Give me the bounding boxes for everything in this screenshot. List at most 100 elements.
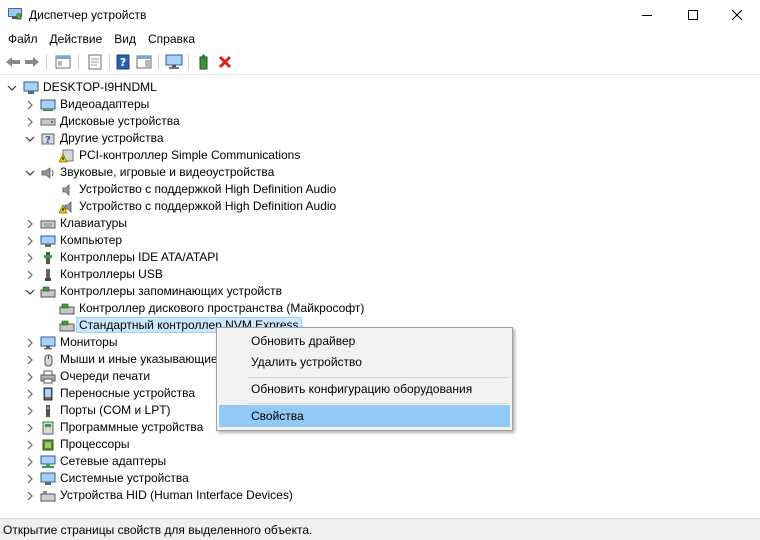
ctx-separator: [247, 403, 509, 404]
chevron-down-icon[interactable]: [25, 134, 35, 144]
storage-controller-icon: [59, 319, 75, 333]
menu-bar: Файл Действие Вид Справка: [0, 29, 760, 49]
tree-item[interactable]: Контроллеры запоминающих устройств: [0, 283, 720, 300]
tree-item[interactable]: Сетевые адаптеры: [0, 453, 720, 470]
tree-item-label: Очереди печати: [60, 369, 151, 383]
device-manager-icon: [8, 8, 22, 20]
ide-controller-icon: [40, 251, 56, 265]
computer-icon: [40, 234, 56, 248]
svg-text:?: ?: [120, 56, 126, 69]
chevron-right-icon[interactable]: [25, 389, 35, 399]
chevron-right-icon[interactable]: [25, 270, 35, 280]
hid-icon: [40, 489, 56, 503]
mouse-icon: [40, 353, 56, 367]
chevron-right-icon[interactable]: [25, 372, 35, 382]
toolbar-separator: [109, 54, 110, 70]
update-driver-icon[interactable]: [195, 53, 213, 71]
tree-item[interactable]: Устройство с поддержкой High Definition …: [0, 198, 720, 215]
tree-item[interactable]: Компьютер: [0, 232, 720, 249]
chevron-right-icon[interactable]: [25, 355, 35, 365]
tree-item-label: Мыши и иные указывающие у: [60, 352, 227, 366]
port-icon: [40, 404, 56, 418]
chevron-right-icon[interactable]: [25, 406, 35, 416]
tree-root[interactable]: DESKTOP-I9HNDML: [0, 79, 300, 96]
tree-item[interactable]: Системные устройства: [0, 470, 720, 487]
ctx-properties[interactable]: Свойства: [219, 405, 510, 427]
maximize-button[interactable]: [670, 0, 716, 29]
tree-item-label: Порты (COM и LPT): [60, 403, 171, 417]
disk-drive-icon: [40, 115, 56, 129]
action-pane-icon[interactable]: [135, 53, 153, 71]
chevron-down-icon[interactable]: [25, 287, 35, 297]
help-icon[interactable]: ?: [114, 53, 132, 71]
tree-item-label: Клавиатуры: [60, 216, 127, 230]
ctx-update-driver[interactable]: Обновить драйвер: [219, 330, 510, 352]
chevron-right-icon[interactable]: [25, 117, 35, 127]
warning-device-icon: [58, 149, 75, 163]
chevron-right-icon[interactable]: [25, 423, 35, 433]
storage-controller-icon: [40, 285, 56, 299]
tree-item[interactable]: Устройство с поддержкой High Definition …: [0, 181, 720, 198]
tree-item[interactable]: Контроллеры IDE ATA/ATAPI: [0, 249, 720, 266]
tree-item-label: Процессоры: [60, 437, 130, 451]
device-tree: DESKTOP-I9HNDML Видеоадаптеры Дисковые ус…: [0, 76, 760, 514]
context-menu: Обновить драйвер Удалить устройство Обно…: [216, 327, 513, 431]
menu-help[interactable]: Справка: [142, 29, 201, 49]
chevron-right-icon[interactable]: [25, 491, 35, 501]
chevron-right-icon[interactable]: [25, 440, 35, 450]
chevron-right-icon[interactable]: [25, 236, 35, 246]
keyboard-icon: [40, 217, 56, 231]
chevron-right-icon[interactable]: [25, 457, 35, 467]
back-icon[interactable]: [4, 53, 22, 71]
close-button[interactable]: [714, 0, 760, 29]
tree-item[interactable]: Процессоры: [0, 436, 720, 453]
chevron-right-icon[interactable]: [25, 219, 35, 229]
chevron-down-icon[interactable]: [25, 168, 35, 178]
tree-item-label: Дисковые устройства: [60, 114, 180, 128]
show-hide-tree-icon[interactable]: [54, 53, 72, 71]
tree-item-label: Видеоадаптеры: [60, 97, 150, 111]
toolbar-separator: [46, 54, 47, 70]
tree-item[interactable]: Контроллер дискового пространства (Майкр…: [0, 300, 720, 317]
tree-item-label: Программные устройства: [60, 420, 204, 434]
ctx-scan-hardware[interactable]: Обновить конфигурацию оборудования: [219, 378, 510, 400]
chevron-right-icon[interactable]: [25, 100, 35, 110]
processor-icon: [40, 438, 56, 452]
tree-item[interactable]: ? Другие устройства: [0, 130, 720, 147]
menu-action[interactable]: Действие: [44, 29, 109, 49]
status-text: Открытие страницы свойств для выделенног…: [3, 523, 313, 537]
toolbar-separator: [158, 54, 159, 70]
tree-item-label: Устройство с поддержкой High Definition …: [79, 182, 337, 196]
tree-item-label: Звуковые, игровые и видеоустройства: [60, 165, 275, 179]
chevron-down-icon[interactable]: [7, 83, 17, 93]
portable-device-icon: [40, 387, 56, 401]
chevron-right-icon[interactable]: [25, 474, 35, 484]
tree-item-label: PCI-контроллер Simple Communications: [79, 148, 301, 162]
tree-item[interactable]: Контроллеры USB: [0, 266, 720, 283]
software-device-icon: [40, 421, 56, 435]
audio-warning-icon: [58, 200, 75, 214]
tree-item[interactable]: Видеоадаптеры: [0, 96, 720, 113]
tree-item[interactable]: Устройства HID (Human Interface Devices): [0, 487, 720, 504]
tree-item-label: Контроллеры USB: [60, 267, 163, 281]
computer-icon: [23, 81, 39, 95]
tree-item[interactable]: PCI-контроллер Simple Communications: [0, 147, 720, 164]
chevron-right-icon[interactable]: [25, 338, 35, 348]
window-title: Диспетчер устройств: [29, 8, 147, 22]
monitor-icon[interactable]: [165, 53, 183, 71]
tree-item[interactable]: Клавиатуры: [0, 215, 720, 232]
tree-item-label: Компьютер: [60, 233, 123, 247]
tree-item-label: Другие устройства: [60, 131, 164, 145]
uninstall-icon[interactable]: [216, 53, 234, 71]
menu-view[interactable]: Вид: [108, 29, 142, 49]
forward-icon[interactable]: [23, 53, 41, 71]
speaker-icon: [40, 166, 56, 180]
tree-item[interactable]: Дисковые устройства: [0, 113, 720, 130]
tree-item-label: Переносные устройства: [60, 386, 196, 400]
tree-item[interactable]: Звуковые, игровые и видеоустройства: [0, 164, 720, 181]
properties-icon[interactable]: [86, 53, 104, 71]
minimize-button[interactable]: [624, 0, 670, 29]
menu-file[interactable]: Файл: [0, 29, 44, 49]
ctx-uninstall-device[interactable]: Удалить устройство: [219, 351, 510, 373]
chevron-right-icon[interactable]: [25, 253, 35, 263]
